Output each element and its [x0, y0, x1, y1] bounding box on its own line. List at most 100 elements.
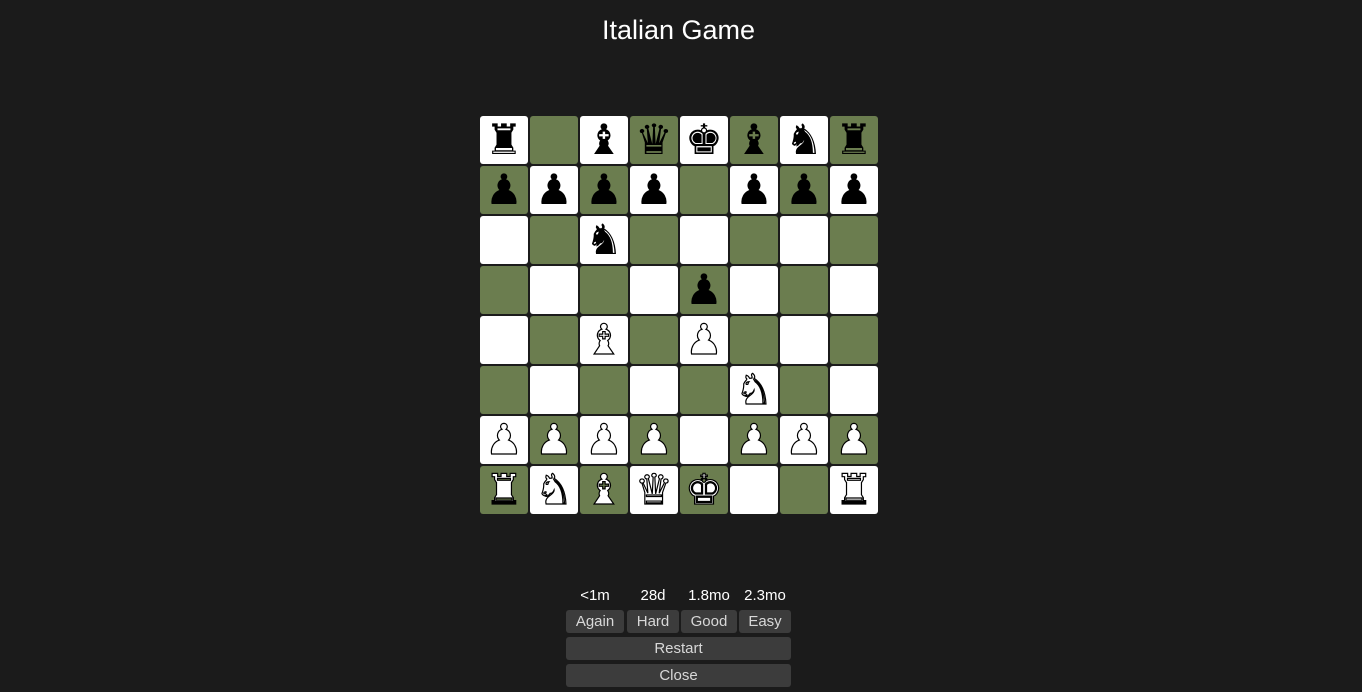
square-f6[interactable]: [730, 216, 778, 264]
white-pawn-icon[interactable]: ♟: [780, 415, 828, 464]
restart-button[interactable]: Restart: [566, 637, 791, 660]
square-a1[interactable]: ♜: [480, 465, 528, 514]
square-h2[interactable]: ♟: [830, 415, 878, 464]
black-pawn-icon[interactable]: ♟: [480, 166, 528, 214]
black-pawn-icon[interactable]: ♟: [580, 166, 628, 214]
white-rook-icon[interactable]: ♜: [830, 465, 878, 514]
black-bishop-icon[interactable]: ♝: [730, 116, 778, 164]
square-e2[interactable]: [680, 416, 728, 464]
square-h4[interactable]: [830, 316, 878, 364]
square-e4[interactable]: ♟: [680, 315, 728, 364]
square-a7[interactable]: ♟: [480, 166, 528, 214]
square-g1[interactable]: [780, 466, 828, 514]
square-f1[interactable]: [730, 466, 778, 514]
white-bishop-icon[interactable]: ♝: [580, 465, 628, 514]
square-b6[interactable]: [530, 216, 578, 264]
black-king-icon[interactable]: ♚: [680, 116, 728, 164]
square-b5[interactable]: [530, 266, 578, 314]
black-rook-icon[interactable]: ♜: [480, 116, 528, 164]
black-bishop-icon[interactable]: ♝: [580, 116, 628, 164]
square-f8[interactable]: ♝: [730, 116, 778, 164]
white-pawn-icon[interactable]: ♟: [830, 415, 878, 464]
square-d1[interactable]: ♛: [630, 465, 678, 514]
white-pawn-icon[interactable]: ♟: [530, 415, 578, 464]
square-d8[interactable]: ♛: [630, 116, 678, 164]
square-f5[interactable]: [730, 266, 778, 314]
square-g7[interactable]: ♟: [780, 166, 828, 214]
square-c4[interactable]: ♝: [580, 315, 628, 364]
square-h3[interactable]: [830, 366, 878, 414]
square-d6[interactable]: [630, 216, 678, 264]
square-d4[interactable]: [630, 316, 678, 364]
square-c7[interactable]: ♟: [580, 166, 628, 214]
square-c2[interactable]: ♟: [580, 415, 628, 464]
white-pawn-icon[interactable]: ♟: [480, 415, 528, 464]
square-d3[interactable]: [630, 366, 678, 414]
black-pawn-icon[interactable]: ♟: [780, 166, 828, 214]
black-queen-icon[interactable]: ♛: [630, 116, 678, 164]
square-h8[interactable]: ♜: [830, 116, 878, 164]
square-a5[interactable]: [480, 266, 528, 314]
square-g5[interactable]: [780, 266, 828, 314]
black-pawn-icon[interactable]: ♟: [530, 166, 578, 214]
square-e6[interactable]: [680, 216, 728, 264]
hard-button[interactable]: Hard: [627, 610, 679, 633]
white-queen-icon[interactable]: ♛: [630, 465, 678, 514]
white-pawn-icon[interactable]: ♟: [680, 315, 728, 364]
black-knight-icon[interactable]: ♞: [580, 216, 628, 264]
square-b2[interactable]: ♟: [530, 415, 578, 464]
square-d5[interactable]: [630, 266, 678, 314]
square-b4[interactable]: [530, 316, 578, 364]
square-f4[interactable]: [730, 316, 778, 364]
square-c5[interactable]: [580, 266, 628, 314]
black-pawn-icon[interactable]: ♟: [630, 166, 678, 214]
square-e5[interactable]: ♟: [680, 266, 728, 314]
square-g4[interactable]: [780, 316, 828, 364]
square-f7[interactable]: ♟: [730, 166, 778, 214]
square-h6[interactable]: [830, 216, 878, 264]
white-bishop-icon[interactable]: ♝: [580, 315, 628, 364]
black-pawn-icon[interactable]: ♟: [680, 266, 728, 314]
square-g8[interactable]: ♞: [780, 116, 828, 164]
square-b7[interactable]: ♟: [530, 166, 578, 214]
again-button[interactable]: Again: [566, 610, 624, 633]
square-h7[interactable]: ♟: [830, 166, 878, 214]
close-button[interactable]: Close: [566, 664, 791, 687]
white-king-icon[interactable]: ♚: [680, 465, 728, 514]
square-a3[interactable]: [480, 366, 528, 414]
white-rook-icon[interactable]: ♜: [480, 465, 528, 514]
square-d2[interactable]: ♟: [630, 415, 678, 464]
square-b8[interactable]: [530, 116, 578, 164]
square-a8[interactable]: ♜: [480, 116, 528, 164]
square-a2[interactable]: ♟: [480, 415, 528, 464]
square-c3[interactable]: [580, 366, 628, 414]
square-b3[interactable]: [530, 366, 578, 414]
white-knight-icon[interactable]: ♞: [730, 365, 778, 414]
black-rook-icon[interactable]: ♜: [830, 116, 878, 164]
square-d7[interactable]: ♟: [630, 166, 678, 214]
square-a6[interactable]: [480, 216, 528, 264]
square-e3[interactable]: [680, 366, 728, 414]
square-h1[interactable]: ♜: [830, 465, 878, 514]
square-e8[interactable]: ♚: [680, 116, 728, 164]
white-pawn-icon[interactable]: ♟: [630, 415, 678, 464]
black-pawn-icon[interactable]: ♟: [730, 166, 778, 214]
square-g3[interactable]: [780, 366, 828, 414]
good-button[interactable]: Good: [681, 610, 737, 633]
square-f3[interactable]: ♞: [730, 365, 778, 414]
square-c1[interactable]: ♝: [580, 465, 628, 514]
white-pawn-icon[interactable]: ♟: [730, 415, 778, 464]
square-e7[interactable]: [680, 166, 728, 214]
square-b1[interactable]: ♞: [530, 465, 578, 514]
chess-board[interactable]: ♜ ♝ ♛ ♚ ♝ ♞ ♜ ♟ ♟ ♟ ♟ ♟ ♟ ♟ ♞ ♟ ♝ ♟ ♞ ♟ ♟ ♟ ♟ ♟ ♟ ♟ ♜ ♞ ♝ ♛ ♚ ♜: [479, 115, 879, 515]
square-e1[interactable]: ♚: [680, 465, 728, 514]
square-c6[interactable]: ♞: [580, 216, 628, 264]
white-knight-icon[interactable]: ♞: [530, 465, 578, 514]
square-h5[interactable]: [830, 266, 878, 314]
square-a4[interactable]: [480, 316, 528, 364]
square-g2[interactable]: ♟: [780, 415, 828, 464]
square-g6[interactable]: [780, 216, 828, 264]
square-f2[interactable]: ♟: [730, 415, 778, 464]
black-pawn-icon[interactable]: ♟: [830, 166, 878, 214]
white-pawn-icon[interactable]: ♟: [580, 415, 628, 464]
